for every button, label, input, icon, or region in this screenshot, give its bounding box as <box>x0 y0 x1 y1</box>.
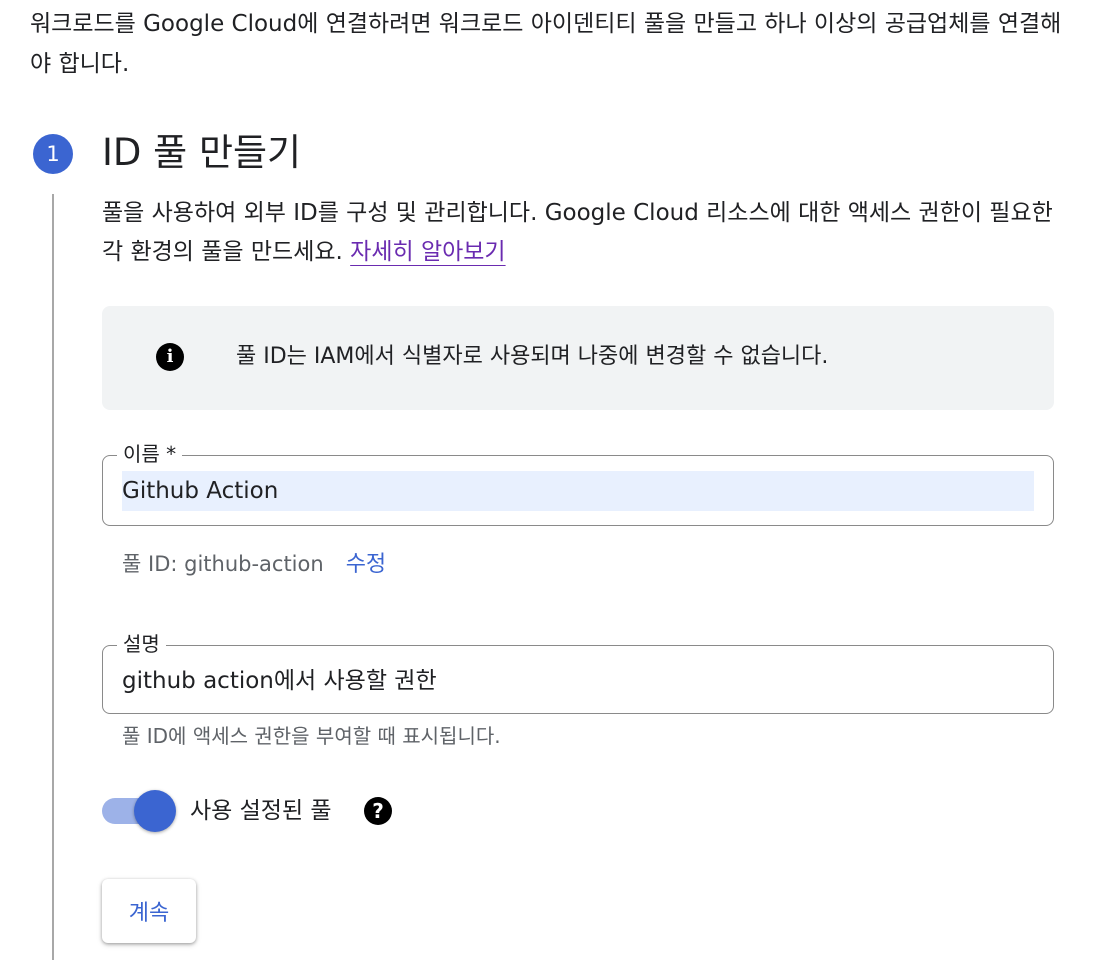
toggle-knob <box>134 790 176 832</box>
description-field-label: 설명 <box>117 630 166 658</box>
name-input[interactable] <box>122 471 1034 511</box>
pool-id-row: 풀 ID: github-action 수정 <box>122 548 386 581</box>
name-field: 이름 * <box>102 440 1054 526</box>
help-icon[interactable]: ? <box>364 797 392 825</box>
description-input[interactable] <box>122 658 1034 698</box>
step-connector-line <box>52 194 54 960</box>
enabled-pool-label: 사용 설정된 풀 <box>190 798 332 824</box>
step-description-text: 풀을 사용하여 외부 ID를 구성 및 관리합니다. Google Cloud … <box>102 200 1053 265</box>
enabled-pool-toggle[interactable] <box>102 790 176 832</box>
step-description: 풀을 사용하여 외부 ID를 구성 및 관리합니다. Google Cloud … <box>102 194 1062 272</box>
step-title: ID 풀 만들기 <box>102 131 302 174</box>
edit-pool-id-link[interactable]: 수정 <box>346 552 386 577</box>
learn-more-link[interactable]: 자세히 알아보기 <box>350 239 505 265</box>
step-number-badge: 1 <box>33 134 73 174</box>
intro-text: 워크로드를 Google Cloud에 연결하려면 워크로드 아이덴티티 풀을 … <box>30 11 1062 77</box>
continue-button[interactable]: 계속 <box>102 879 196 943</box>
info-icon: i <box>156 343 184 371</box>
description-hint: 풀 ID에 액세스 권한을 부여할 때 표시됩니다. <box>122 724 501 748</box>
name-field-label: 이름 * <box>117 440 183 468</box>
pool-id-text: 풀 ID: github-action <box>122 552 324 576</box>
info-banner: i 풀 ID는 IAM에서 식별자로 사용되며 나중에 변경할 수 없습니다. <box>102 306 1054 410</box>
description-field: 설명 <box>102 630 1054 714</box>
info-banner-text: 풀 ID는 IAM에서 식별자로 사용되며 나중에 변경할 수 없습니다. <box>236 344 829 369</box>
